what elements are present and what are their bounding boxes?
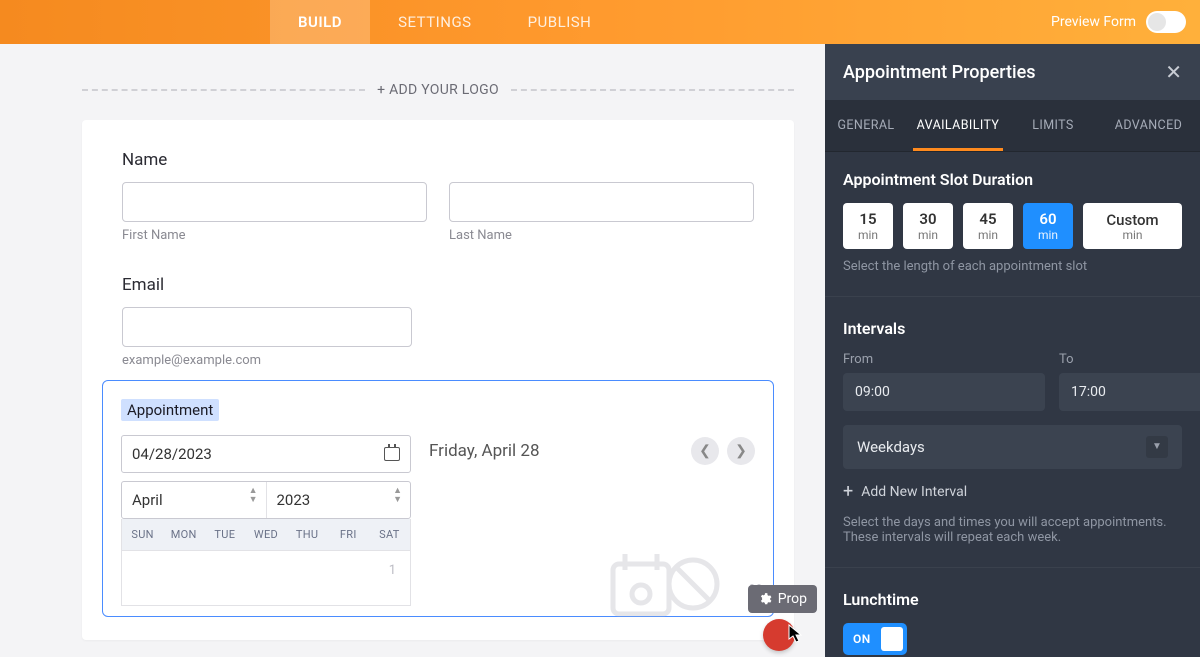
calendar-header: SUN MON TUE WED THU FRI SAT [121, 519, 411, 550]
add-interval-button[interactable]: + Add New Interval [843, 483, 1182, 501]
empty-state-icon [605, 536, 725, 636]
properties-label: Prop [778, 591, 807, 607]
slot-hint: Select the length of each appointment sl… [843, 259, 1182, 274]
dow-mon: MON [163, 519, 204, 550]
properties-button[interactable]: Prop [748, 585, 817, 613]
panel-tab-general[interactable]: GENERAL [825, 100, 907, 151]
preview-toggle[interactable] [1146, 11, 1186, 33]
delete-button[interactable] [763, 619, 795, 651]
top-tabs: BUILD SETTINGS PUBLISH [270, 0, 619, 44]
dow-tue: TUE [204, 519, 245, 550]
month-value: April [132, 491, 163, 509]
to-input[interactable] [1059, 373, 1200, 411]
toggle-on-label: ON [853, 632, 871, 646]
dow-fri: FRI [328, 519, 369, 550]
from-input[interactable] [843, 373, 1045, 411]
first-name-input[interactable] [122, 182, 427, 222]
properties-panel: Appointment Properties ✕ GENERAL AVAILAB… [825, 44, 1200, 657]
days-value: Weekdays [857, 438, 925, 456]
last-name-input[interactable] [449, 182, 754, 222]
dow-sun: SUN [122, 519, 163, 550]
plus-icon: + [843, 483, 853, 501]
builder-canvas: + ADD YOUR LOGO Name First Name Last Nam… [0, 44, 825, 657]
slot-30[interactable]: 30min [903, 203, 953, 249]
days-select[interactable]: Weekdays ▼ [843, 425, 1182, 469]
gear-icon [758, 592, 772, 606]
add-interval-label: Add New Interval [861, 484, 967, 500]
slot-custom[interactable]: Custommin [1083, 203, 1182, 249]
email-example: example@example.com [122, 353, 412, 368]
add-logo-row[interactable]: + ADD YOUR LOGO [82, 82, 794, 98]
appointment-element[interactable]: Appointment 04/28/2023 April ▲▼ [102, 380, 774, 617]
lunchtime-title: Lunchtime [843, 590, 1182, 609]
year-value: 2023 [277, 491, 311, 509]
date-value: 04/28/2023 [132, 445, 212, 463]
preview-form-label: Preview Form [1051, 14, 1136, 30]
panel-tab-limits[interactable]: LIMITS [1009, 100, 1097, 151]
panel-tab-advanced[interactable]: ADVANCED [1097, 100, 1200, 151]
selected-day-label: Friday, April 28 [429, 441, 540, 461]
panel-title: Appointment Properties [843, 62, 1036, 83]
dow-sat: SAT [369, 519, 410, 550]
year-stepper[interactable]: 2023 ▲▼ [266, 482, 411, 518]
slot-60[interactable]: 60min [1023, 203, 1073, 249]
calendar-day-1: 1 [389, 563, 396, 578]
lunchtime-toggle[interactable]: ON [843, 623, 907, 655]
calendar-icon [384, 447, 400, 461]
appointment-title: Appointment [121, 399, 219, 421]
email-input[interactable] [122, 307, 412, 347]
chevron-down-icon: ▼ [1146, 436, 1168, 458]
email-label: Email [122, 275, 754, 295]
dow-wed: WED [245, 519, 286, 550]
next-day-button[interactable]: ❯ [727, 437, 755, 465]
tab-settings[interactable]: SETTINGS [370, 0, 500, 44]
panel-tab-availability[interactable]: AVAILABILITY [907, 100, 1009, 151]
tab-build[interactable]: BUILD [270, 0, 370, 44]
last-name-sublabel: Last Name [449, 228, 754, 243]
interval-hint: Select the days and times you will accep… [843, 515, 1182, 545]
from-label: From [843, 352, 1045, 367]
name-label: Name [122, 150, 754, 170]
month-stepper[interactable]: April ▲▼ [122, 482, 266, 518]
date-input[interactable]: 04/28/2023 [121, 435, 411, 473]
first-name-sublabel: First Name [122, 228, 427, 243]
form-card: Name First Name Last Name Email ex [82, 120, 794, 640]
slot-duration-title: Appointment Slot Duration [843, 170, 1182, 189]
slot-15[interactable]: 15min [843, 203, 893, 249]
calendar-body[interactable]: 1 [121, 550, 411, 606]
dow-thu: THU [287, 519, 328, 550]
to-label: To [1059, 352, 1200, 367]
slot-45[interactable]: 45min [963, 203, 1013, 249]
top-bar: BUILD SETTINGS PUBLISH Preview Form [0, 0, 1200, 44]
prev-day-button[interactable]: ❮ [691, 437, 719, 465]
add-logo-label: + ADD YOUR LOGO [377, 82, 499, 98]
intervals-title: Intervals [843, 319, 1182, 338]
tab-publish[interactable]: PUBLISH [500, 0, 620, 44]
close-icon[interactable]: ✕ [1165, 60, 1182, 84]
